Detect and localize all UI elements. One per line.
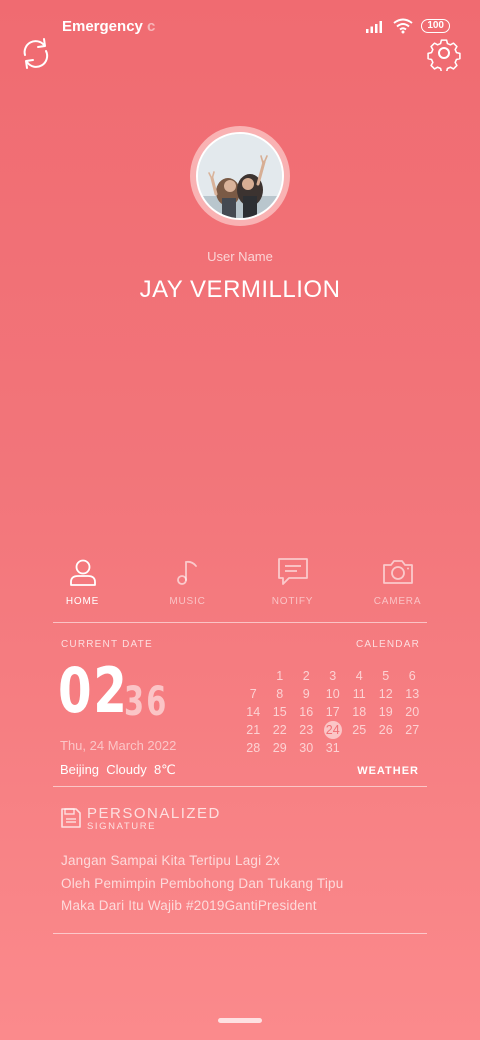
camera-icon: [382, 560, 413, 584]
calendar-day[interactable]: 19: [373, 703, 400, 721]
calendar-day[interactable]: 3: [320, 667, 347, 685]
user-icon: [69, 559, 96, 586]
status-carrier-overflow: c: [147, 18, 156, 35]
calendar-day[interactable]: 25: [346, 721, 373, 739]
nav-home[interactable]: HOME: [30, 556, 135, 607]
avatar-photo: [198, 134, 282, 218]
calendar-day[interactable]: 20: [399, 703, 426, 721]
calendar-day[interactable]: 7: [240, 685, 267, 703]
calendar-row: 28 29 30 31: [240, 739, 426, 757]
calendar-row: 7 8 9 10 11 12 13: [240, 685, 426, 703]
calendar-day[interactable]: 23: [293, 721, 320, 739]
calendar-day: [240, 667, 267, 685]
clock-minutes: 36: [124, 679, 169, 725]
wifi-icon: [393, 18, 413, 34]
battery-indicator: 100: [421, 19, 450, 33]
divider-bottom: [53, 933, 427, 934]
calendar-row: 21 22 23 24 25 26 27: [240, 721, 426, 739]
nav-music[interactable]: MUSIC: [135, 556, 240, 607]
signature-title: PERSONALIZED: [87, 805, 221, 822]
settings-gear-icon[interactable]: [426, 35, 462, 71]
calendar-day[interactable]: 16: [293, 703, 320, 721]
signature-icon: [61, 808, 81, 828]
calendar-day[interactable]: 10: [320, 685, 347, 703]
user-name-label: User Name: [207, 249, 273, 264]
calendar-day[interactable]: 18: [346, 703, 373, 721]
calendar-day: [346, 739, 373, 757]
signature-line-1: Jangan Sampai Kita Tertipu Lagi 2x: [61, 853, 280, 868]
refresh-icon[interactable]: [17, 35, 53, 71]
calendar-day[interactable]: 11: [346, 685, 373, 703]
nav-home-label: HOME: [65, 596, 100, 607]
avatar[interactable]: [196, 132, 284, 220]
calendar-day[interactable]: 8: [267, 685, 294, 703]
calendar-day[interactable]: 12: [373, 685, 400, 703]
calendar-day[interactable]: 9: [293, 685, 320, 703]
calendar-day[interactable]: 2: [293, 667, 320, 685]
divider-top: [53, 622, 427, 623]
nav-camera-label: CAMERA: [373, 596, 422, 607]
calendar-day-today[interactable]: 24: [320, 721, 347, 739]
user-name: JAY VERMILLION: [139, 276, 341, 303]
clock-hours: 02: [58, 654, 129, 727]
calendar-day[interactable]: 13: [399, 685, 426, 703]
calendar-row: 14 15 16 17 18 19 20: [240, 703, 426, 721]
weather-link[interactable]: WEATHER: [357, 765, 419, 777]
status-carrier-text: Emergency c: [62, 18, 156, 35]
divider-middle: [53, 786, 427, 787]
calendar-day[interactable]: 28: [240, 739, 267, 757]
calendar-day[interactable]: 15: [267, 703, 294, 721]
nav-notify-label: NOTIFY: [271, 596, 314, 607]
calendar-day: [373, 739, 400, 757]
bottom-nav: HOME MUSIC NOTIFY CAMERA: [30, 556, 450, 607]
chat-bubble-icon: [277, 558, 308, 585]
status-icons: 100: [365, 18, 450, 34]
signature-line-3: Maka Dari Itu Wajib #2019GantiPresident: [61, 898, 317, 913]
calendar-day[interactable]: 22: [267, 721, 294, 739]
calendar-day[interactable]: 30: [293, 739, 320, 757]
home-indicator[interactable]: [218, 1018, 262, 1023]
nav-camera[interactable]: CAMERA: [345, 556, 450, 607]
avatar-ring[interactable]: [190, 126, 290, 226]
signal-icon: [366, 21, 383, 33]
signature-line-2: Oleh Pemimpin Pembohong Dan Tukang Tipu: [61, 876, 344, 891]
calendar-day[interactable]: 21: [240, 721, 267, 739]
calendar-day[interactable]: 31: [320, 739, 347, 757]
nav-notify[interactable]: NOTIFY: [240, 556, 345, 607]
calendar-day[interactable]: 27: [399, 721, 426, 739]
calendar-day[interactable]: 29: [267, 739, 294, 757]
calendar-day[interactable]: 26: [373, 721, 400, 739]
calendar-day[interactable]: 1: [267, 667, 294, 685]
nav-music-label: MUSIC: [169, 596, 206, 607]
calendar-day[interactable]: 5: [373, 667, 400, 685]
mini-calendar[interactable]: 1 2 3 4 5 6 7 8 9 10 11 12 13 14 15 16 17 18 19 20 21 22 23 24 2…: [240, 667, 426, 757]
calendar-row: 123456: [240, 667, 426, 685]
music-note-icon: [176, 560, 197, 585]
calendar-label[interactable]: CALENDAR: [356, 639, 420, 650]
calendar-day[interactable]: 14: [240, 703, 267, 721]
signature-subtitle: SIGNATURE: [87, 821, 157, 832]
weather-info: Beijing Cloudy 8℃: [60, 762, 176, 777]
calendar-day: [399, 739, 426, 757]
current-date-label: CURRENT DATE: [61, 639, 153, 650]
calendar-day[interactable]: 4: [346, 667, 373, 685]
calendar-day[interactable]: 17: [320, 703, 347, 721]
full-date: Thu, 24 March 2022: [60, 738, 177, 753]
calendar-day[interactable]: 6: [399, 667, 426, 685]
